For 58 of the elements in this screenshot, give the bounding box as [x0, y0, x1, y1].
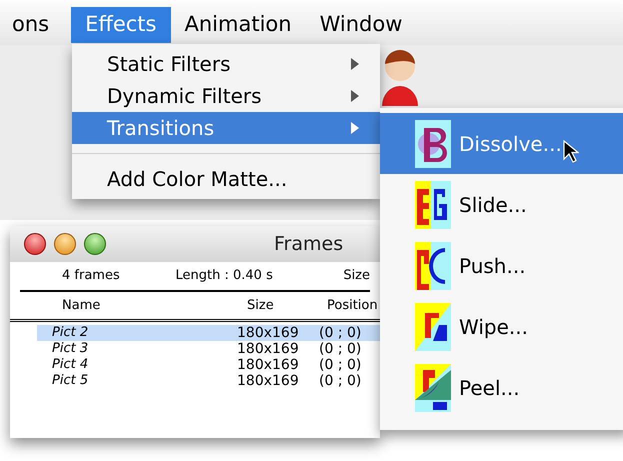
menu-bar-item[interactable]: Animation: [170, 7, 306, 43]
mouse-pointer-icon: [563, 140, 579, 164]
window-title: Frames: [274, 232, 344, 257]
menu-bar-item[interactable]: ons: [0, 7, 72, 43]
column-header: Position: [327, 296, 378, 315]
frame-position: (0 ; 0): [319, 324, 362, 342]
menu-item[interactable]: Static Filters: [72, 48, 380, 80]
person-icon: [380, 48, 420, 106]
frame-name: Pict 2: [52, 324, 90, 342]
transition-item[interactable]: Dissolve...: [380, 113, 623, 174]
frame-position: (0 ; 0): [319, 340, 362, 358]
transition-item[interactable]: Push...: [380, 235, 623, 296]
submenu-arrow-icon: [350, 90, 360, 102]
frame-name: Pict 3: [52, 340, 90, 358]
transition-label: Peel...: [459, 374, 520, 402]
frame-row[interactable]: Pict 2 180x169 (0 ; 0): [37, 325, 380, 341]
info-text: Size: [343, 267, 370, 286]
menu-bar-item[interactable]: Window: [306, 7, 416, 43]
menu-item-label: Static Filters: [107, 51, 230, 78]
frame-name: Pict 4: [52, 356, 90, 374]
frame-size: 180x169: [237, 356, 300, 374]
info-text: Length : 0.40 s: [176, 267, 274, 286]
wipe-icon: [415, 302, 451, 350]
frame-row[interactable]: Pict 4 180x169 (0 ; 0): [37, 357, 380, 373]
menu-item[interactable]: Transitions: [72, 112, 380, 144]
frame-size: 180x169: [237, 324, 300, 342]
frame-position: (0 ; 0): [319, 356, 362, 374]
frame-name: Pict 5: [52, 372, 90, 390]
column-header: Name: [62, 296, 102, 315]
transition-label: Push...: [459, 252, 526, 280]
frame-size: 180x169: [237, 372, 300, 390]
submenu-arrow-icon: [350, 122, 360, 134]
transition-label: Slide...: [459, 192, 527, 218]
menu-item-label: Dynamic Filters: [107, 83, 262, 110]
transition-label: Wipe...: [459, 314, 528, 340]
transition-label: Dissolve...: [459, 130, 562, 158]
transition-item[interactable]: Slide...: [380, 174, 623, 235]
column-header: Size: [247, 296, 275, 315]
frame-size: 180x169: [237, 340, 300, 358]
info-text: 4 frames: [62, 267, 121, 286]
zoom-button[interactable]: [84, 233, 106, 255]
menu-item-label: Add Color Matte...: [107, 166, 288, 193]
transition-item[interactable]: Wipe...: [380, 296, 623, 357]
slide-icon: [415, 180, 451, 228]
transition-item[interactable]: Peel...: [380, 357, 623, 418]
submenu-arrow-icon: [350, 58, 360, 70]
close-button[interactable]: [24, 233, 46, 255]
dissolve-icon: [415, 120, 451, 168]
minimize-button[interactable]: [54, 233, 76, 255]
frame-row[interactable]: Pict 3 180x169 (0 ; 0): [37, 341, 380, 357]
frame-position: (0 ; 0): [319, 372, 362, 390]
peel-icon: [415, 364, 451, 412]
push-icon: [415, 242, 451, 290]
menu-item[interactable]: Add Color Matte...: [72, 163, 380, 195]
menu-bar-item[interactable]: Effects: [71, 7, 170, 43]
frame-row[interactable]: Pict 5 180x169 (0 ; 0): [37, 373, 380, 389]
menu-item[interactable]: Dynamic Filters: [72, 80, 380, 112]
menu-item-label: Transitions: [107, 115, 214, 142]
